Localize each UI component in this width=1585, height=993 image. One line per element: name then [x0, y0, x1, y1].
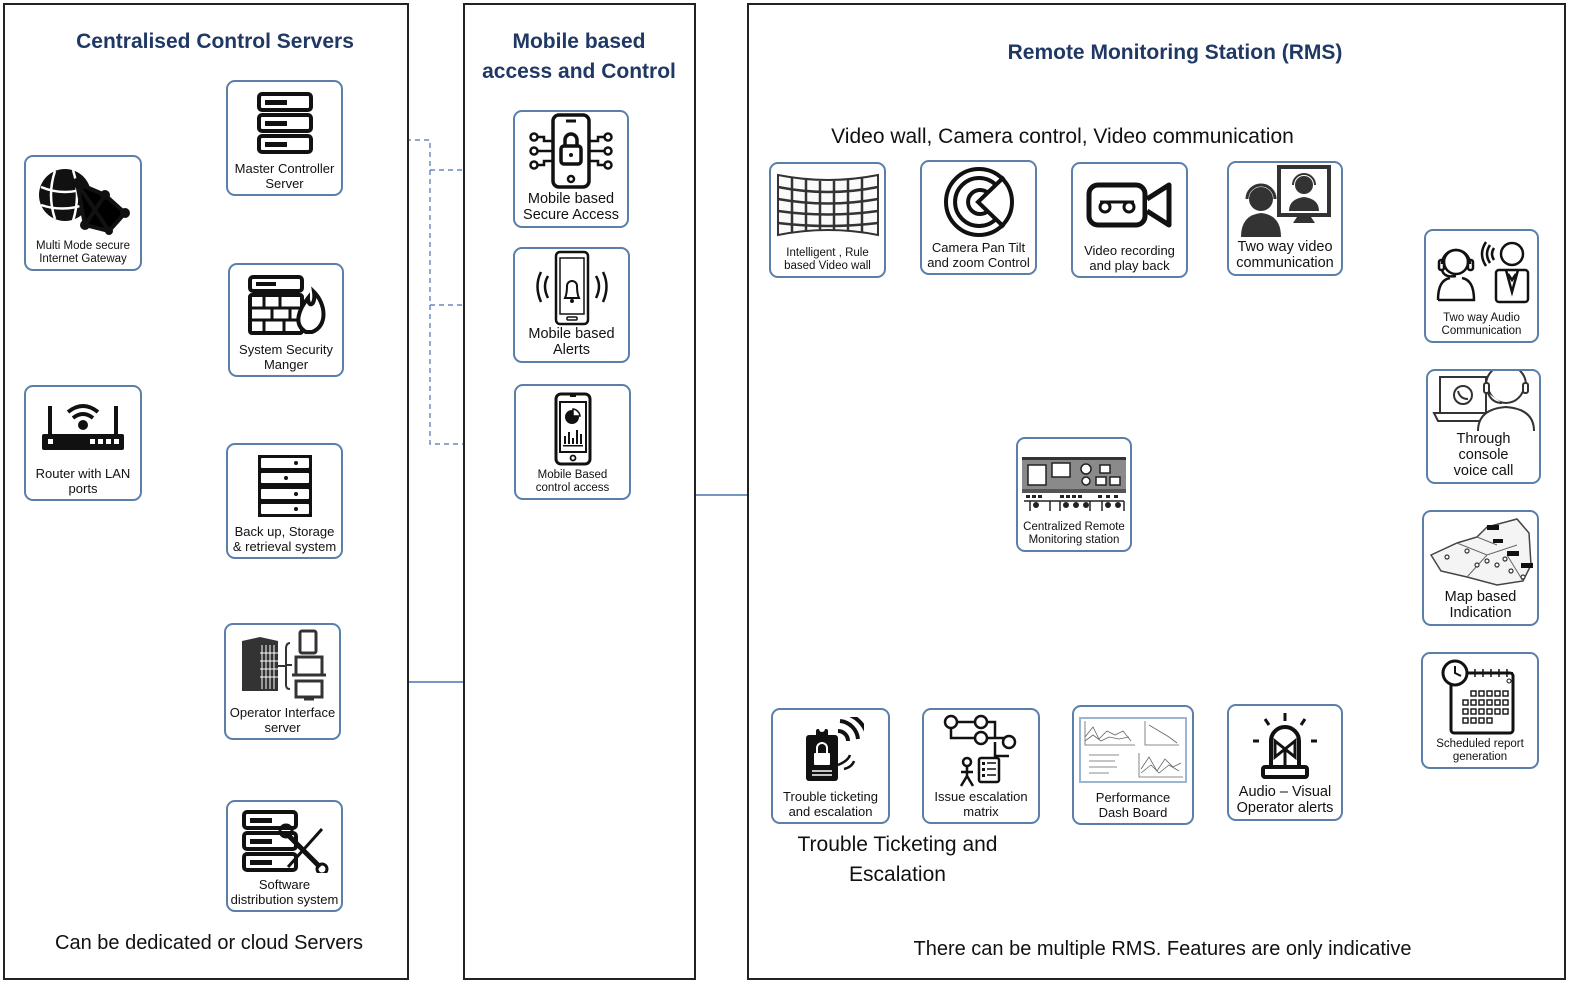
node-escalation-matrix[interactable]: Issue escalation matrix: [922, 708, 1040, 824]
node-label: Centralized Remote Monitoring station: [1023, 521, 1125, 546]
node-label: Performance Dash Board: [1095, 790, 1171, 820]
node-label: Video recording and play back: [1084, 243, 1175, 273]
node-ptz-control[interactable]: Camera Pan Tilt and zoom Control: [920, 160, 1037, 275]
node-mobile-control-access[interactable]: Mobile Based control access: [514, 384, 631, 500]
escalation-flow-icon: [943, 714, 1017, 787]
storage-server-icon: [257, 454, 312, 517]
rms-top-caption: Video wall, Camera control, Video commun…: [831, 125, 1294, 148]
video-camera-icon: [1086, 182, 1171, 227]
node-label: Software distribution system: [230, 877, 339, 907]
node-two-way-audio[interactable]: Two way Audio Communication: [1424, 229, 1539, 343]
node-label: Intelligent , Rule based Video wall: [784, 247, 871, 272]
servers-title: Centralised Control Servers: [76, 30, 354, 53]
ptz-camera-icon: [943, 167, 1014, 237]
mobile-lock-icon: [529, 113, 613, 189]
mobile-chart-icon: [554, 392, 591, 465]
node-scheduled-report[interactable]: Scheduled report generation: [1421, 652, 1539, 769]
mobile-title: Mobile based access and Control: [482, 30, 676, 83]
node-label: Camera Pan Tilt and zoom Control: [927, 240, 1030, 270]
firewall-server-icon: [248, 274, 326, 335]
wifi-router-icon: [42, 403, 124, 450]
node-label: Audio – Visual Operator alerts: [1236, 784, 1334, 816]
node-label: Mobile based Alerts: [528, 326, 615, 358]
node-label: Mobile based Secure Access: [523, 191, 619, 223]
dashboard-charts-icon: [1079, 716, 1187, 783]
rms-title: Remote Monitoring Station (RMS): [1007, 41, 1343, 64]
globe-network-icon: [39, 168, 130, 235]
node-operator-interface[interactable]: Operator Interface server: [224, 623, 341, 740]
node-label: Issue escalation matrix: [934, 789, 1028, 819]
node-video-wall[interactable]: Intelligent , Rule based Video wall: [769, 162, 886, 278]
node-console-voice-call[interactable]: Through console voice call: [1426, 369, 1541, 484]
operator-devices-icon: [241, 629, 326, 701]
video-wall-icon: [776, 173, 879, 236]
rms-bottom-caption: Trouble Ticketing and Escalation: [797, 833, 998, 886]
calendar-clock-icon: [1441, 659, 1515, 735]
node-label: Two way video communication: [1236, 239, 1334, 271]
control-room-icon: [1022, 457, 1126, 511]
headset-audio-icon: [1436, 240, 1529, 303]
node-av-operator-alerts[interactable]: Audio – Visual Operator alerts: [1227, 704, 1343, 821]
node-label: Map based Indication: [1444, 589, 1517, 621]
ticket-clipboard-icon: [805, 716, 864, 781]
node-label: Router with LAN ports: [35, 466, 131, 496]
video-call-icon: [1241, 165, 1331, 237]
node-two-way-video[interactable]: Two way video communication: [1227, 161, 1343, 276]
node-label: Back up, Storage & retrieval system: [232, 524, 337, 554]
rms-footer: There can be multiple RMS. Features are …: [913, 938, 1412, 960]
server-tools-icon: [241, 809, 328, 873]
node-label: Two way Audio Communication: [1441, 312, 1522, 337]
node-master-controller[interactable]: Master Controller Server: [226, 80, 343, 196]
node-centralized-rms[interactable]: Centralized Remote Monitoring station: [1016, 437, 1132, 552]
node-router[interactable]: Router with LAN ports: [24, 385, 142, 501]
siren-icon: [1253, 713, 1317, 779]
node-system-security[interactable]: System Security Manger: [228, 263, 344, 377]
node-label: Multi Mode secure Internet Gateway: [36, 240, 130, 265]
node-video-recording[interactable]: Video recording and play back: [1071, 162, 1188, 278]
node-label: Through console voice call: [1453, 431, 1514, 479]
node-label: Operator Interface server: [229, 705, 336, 735]
node-internet-gateway[interactable]: Multi Mode secure Internet Gateway: [24, 155, 142, 271]
node-label: Scheduled report generation: [1436, 738, 1524, 763]
console-call-icon: [1431, 371, 1535, 431]
node-label: Master Controller Server: [234, 161, 335, 191]
node-performance-dashboard[interactable]: Performance Dash Board: [1072, 705, 1194, 825]
server-rack-icon: [256, 91, 313, 154]
node-mobile-alerts[interactable]: Mobile based Alerts: [513, 247, 630, 363]
node-label: Trouble ticketing and escalation: [783, 789, 878, 819]
node-software-distribution[interactable]: Software distribution system: [226, 800, 343, 912]
node-mobile-secure-access[interactable]: Mobile based Secure Access: [513, 110, 629, 228]
node-label: System Security Manger: [239, 342, 333, 372]
node-map-indication[interactable]: Map based Indication: [1422, 510, 1539, 626]
servers-footer: Can be dedicated or cloud Servers: [55, 932, 363, 954]
node-trouble-ticketing[interactable]: Trouble ticketing and escalation: [771, 708, 890, 824]
map-pins-icon: [1429, 517, 1533, 586]
node-backup-storage[interactable]: Back up, Storage & retrieval system: [226, 443, 343, 559]
node-label: Mobile Based control access: [535, 469, 610, 494]
mobile-bell-icon: [535, 250, 608, 326]
